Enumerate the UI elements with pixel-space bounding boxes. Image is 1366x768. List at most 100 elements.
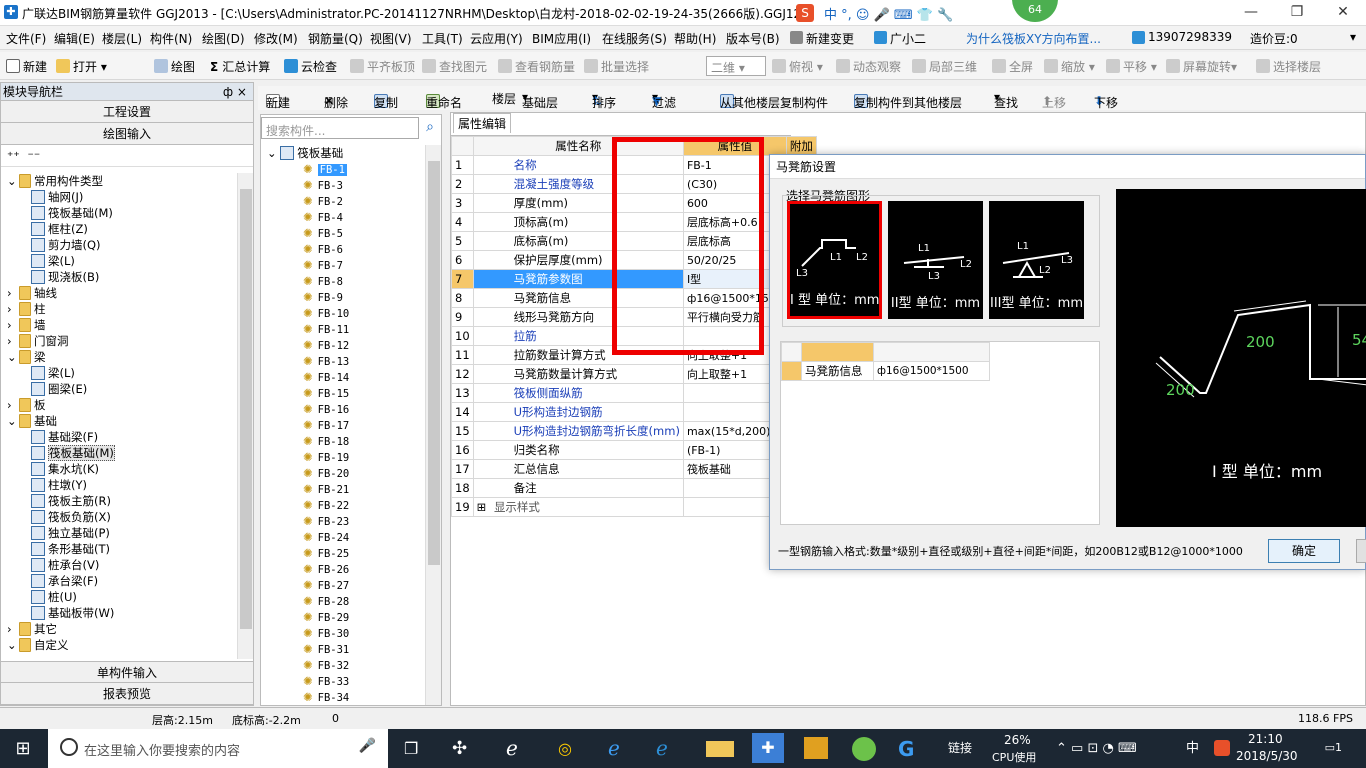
nav-tree-item[interactable]: 圈梁(E)	[31, 381, 87, 397]
fan-app-icon[interactable]: ✣	[452, 729, 480, 768]
component-item[interactable]: ✺ FB-23	[303, 513, 349, 530]
find-button[interactable]: 查找 ▾	[994, 90, 1018, 110]
select-floor-button[interactable]: 选择楼层	[1256, 58, 1321, 75]
nav-tree-item[interactable]: 筏板主筋(R)	[31, 493, 111, 509]
component-item[interactable]: ✺ FB-32	[303, 657, 349, 674]
component-item[interactable]: ✺ FB-19	[303, 449, 349, 466]
collapse-icon[interactable]: ⌄	[7, 637, 19, 653]
question-link[interactable]: 为什么筏板XY方向布置...	[966, 30, 1101, 47]
xiaoer-button[interactable]: 广小二	[890, 30, 926, 47]
component-item[interactable]: ✺ FB-28	[303, 593, 349, 610]
zoom-button[interactable]: 缩放 ▾	[1044, 58, 1095, 75]
component-item[interactable]: ✺ FB-29	[303, 609, 349, 626]
component-item[interactable]: ✺ FB-2	[303, 193, 343, 210]
pan-button[interactable]: 平移 ▾	[1106, 58, 1157, 75]
shape-type-1[interactable]: L1 L2 L3 I 型 单位：mm	[787, 201, 882, 319]
expand-icon[interactable]: ⊞	[477, 500, 490, 514]
nav-tree-item[interactable]: 柱墩(Y)	[31, 477, 87, 493]
tray-icons[interactable]: ⌃ ▭ ⊡ ◔ ⌨	[1056, 729, 1137, 768]
component-item[interactable]: ✺ FB-20	[303, 465, 349, 482]
menu-arrow-icon[interactable]: ▾	[1350, 30, 1356, 44]
expand-icon[interactable]: ›	[7, 285, 19, 301]
new-component-button[interactable]: 新建▾	[266, 90, 290, 110]
expand-all-icon[interactable]: ⁺⁺	[7, 149, 20, 163]
minimize-button[interactable]: —	[1228, 0, 1274, 26]
menu-item[interactable]: 修改(M)	[254, 30, 298, 47]
new-change-button[interactable]: 新建变更	[806, 30, 854, 47]
component-item[interactable]: ✺ FB-12	[303, 337, 349, 354]
nav-tree-item[interactable]: 剪力墙(Q)	[31, 237, 101, 253]
draw-button[interactable]: 绘图	[154, 58, 195, 75]
g-app-icon[interactable]: G	[898, 737, 924, 761]
nav-folder[interactable]: ⌄ 基础	[7, 413, 57, 429]
task-view-icon[interactable]: ❐	[404, 729, 428, 768]
component-item[interactable]: ✺ FB-34	[303, 689, 349, 705]
close-button[interactable]: ✕	[1320, 0, 1366, 26]
nav-tree-item[interactable]: 轴网(J)	[31, 189, 83, 205]
app-bell-icon[interactable]: ◎	[558, 729, 586, 768]
glodon-app-icon[interactable]: ✚	[752, 733, 784, 763]
nav-tree-item[interactable]: 筏板负筋(X)	[31, 509, 111, 525]
links-toolbar[interactable]: 链接	[948, 729, 972, 768]
batch-select-button[interactable]: 批量选择	[584, 58, 649, 75]
nav-tree-item[interactable]: 梁(L)	[31, 253, 75, 269]
ime-indicator[interactable]: 中	[1186, 729, 1199, 768]
calc-button[interactable]: Σ 汇总计算	[210, 58, 270, 75]
edge-icon[interactable]: ℯ	[608, 729, 636, 768]
filter-button[interactable]: ▼ 过滤 ▾	[652, 90, 676, 110]
align-top-button[interactable]: 平齐板顶	[350, 58, 415, 75]
menu-item[interactable]: 版本号(B)	[726, 30, 780, 47]
nav-folder[interactable]: › 柱	[7, 301, 46, 317]
component-item[interactable]: ✺ FB-31	[303, 641, 349, 658]
nav-tree-item[interactable]: 条形基础(T)	[31, 541, 110, 557]
green-app-icon[interactable]	[852, 737, 876, 761]
price-bean[interactable]: 造价豆:0	[1250, 30, 1298, 47]
dynamic-view-button[interactable]: 动态观察	[836, 58, 901, 75]
property-row[interactable]: 19 ⊞ 显示样式	[451, 497, 817, 517]
menu-item[interactable]: 帮助(H)	[674, 30, 716, 47]
nav-tree-item[interactable]: 筏板基础(M)	[31, 445, 115, 461]
drawing-input-button[interactable]: 绘图输入	[1, 123, 253, 145]
component-item[interactable]: ✺ FB-17	[303, 417, 349, 434]
collapse-icon[interactable]: ⌄	[7, 349, 19, 365]
search-icon[interactable]: ⌕	[421, 119, 439, 137]
info-value-field[interactable]: ф16@1500*1500	[873, 361, 990, 381]
property-row[interactable]: 12 马凳筋数量计算方式 向上取整+1	[451, 364, 817, 384]
nav-folder[interactable]: › 墙	[7, 317, 46, 333]
expand-icon[interactable]: ›	[7, 397, 19, 413]
component-item[interactable]: ✺ FB-9	[303, 289, 343, 306]
rotate-button[interactable]: 屏幕旋转▾	[1166, 58, 1237, 75]
menu-item[interactable]: 在线服务(S)	[602, 30, 667, 47]
nav-scroll-thumb[interactable]	[240, 189, 252, 629]
menu-item[interactable]: 云应用(Y)	[470, 30, 523, 47]
menu-item[interactable]: 楼层(L)	[102, 30, 142, 47]
expand-icon[interactable]: ›	[7, 301, 19, 317]
floor-select[interactable]: 基础层 ▾	[522, 90, 558, 110]
sort-button[interactable]: ⇅ 排序 ▾	[592, 90, 616, 110]
component-item[interactable]: ✺ FB-22	[303, 497, 349, 514]
collapse-icon[interactable]: ⌄	[7, 173, 19, 189]
nav-tree-item[interactable]: 承台梁(F)	[31, 573, 98, 589]
shape-type-3[interactable]: L1 L3 L2 III型 单位：mm	[989, 201, 1084, 319]
cloud-check-button[interactable]: 云检查	[284, 58, 337, 75]
sogou-icon[interactable]: S	[796, 4, 814, 22]
clock-time[interactable]: 21:10	[1248, 732, 1283, 748]
open-button[interactable]: 打开 ▾	[56, 58, 107, 75]
project-settings-button[interactable]: 工程设置	[1, 101, 253, 123]
nav-scrollbar[interactable]	[237, 173, 253, 659]
property-row[interactable]: 16 归类名称 (FB-1)	[451, 440, 817, 460]
component-item[interactable]: ✺ FB-24	[303, 529, 349, 546]
component-item[interactable]: ✺ FB-4	[303, 209, 343, 226]
update-badge[interactable]: 64	[1012, 0, 1058, 22]
component-item[interactable]: ✺ FB-33	[303, 673, 349, 690]
component-item[interactable]: ✺ FB-14	[303, 369, 349, 386]
menu-item[interactable]: 视图(V)	[370, 30, 412, 47]
notes-app-icon[interactable]	[804, 737, 828, 759]
menu-item[interactable]: 构件(N)	[150, 30, 192, 47]
component-item[interactable]: ✺ FB-30	[303, 625, 349, 642]
view-mode-select[interactable]: 二维 ▾	[706, 56, 766, 76]
nav-folder[interactable]: ⌄ 梁	[7, 349, 46, 365]
nav-tree-item[interactable]: 基础梁(F)	[31, 429, 98, 445]
component-item[interactable]: ✺ FB-11	[303, 321, 349, 338]
sogou-tray-icon[interactable]	[1214, 740, 1230, 756]
